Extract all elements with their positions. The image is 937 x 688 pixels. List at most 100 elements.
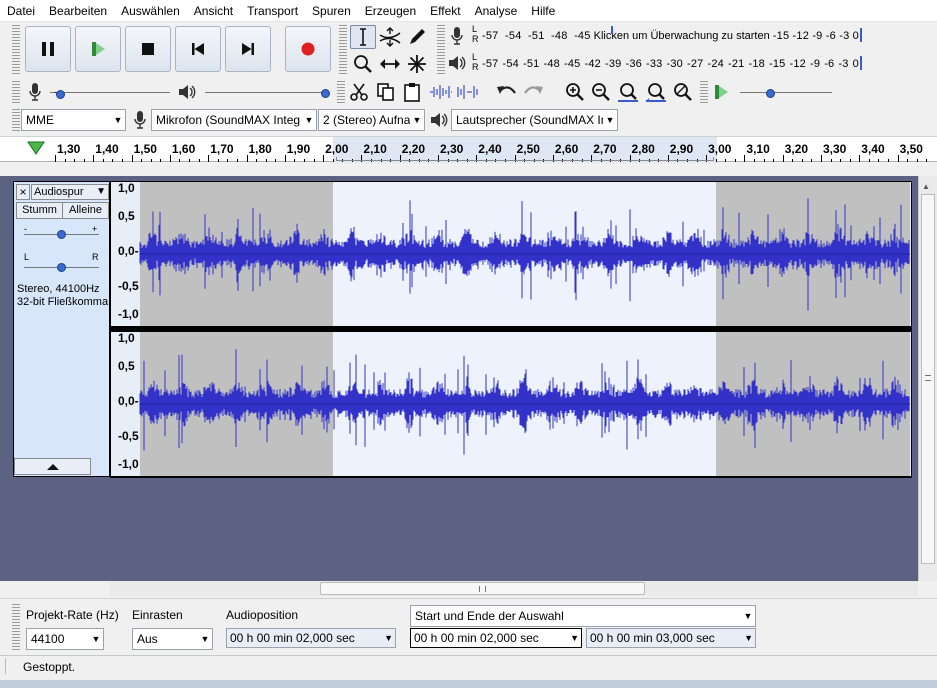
close-icon: × [19, 185, 27, 199]
ruler-minor-tick [763, 159, 765, 162]
cut-button[interactable] [346, 80, 372, 104]
timeline-ruler[interactable]: 1,30 1,40 1,50 1,60 1,70 1,80 1,90 2,00 2,10 2,20… [0, 136, 937, 163]
horizontal-scrollbar[interactable] [110, 581, 918, 596]
selection-start-field[interactable]: 00 h 00 min 02,000 sec ▼ [410, 628, 582, 648]
waveform-channel-right[interactable]: 1,0 0,5 0,0- -0,5 -1,0 [111, 331, 911, 476]
toolbar-grip[interactable] [12, 108, 20, 132]
trim-button[interactable] [428, 80, 454, 104]
menu-spuren[interactable]: Spuren [305, 0, 358, 22]
slider-thumb[interactable] [56, 90, 65, 99]
draw-tool-button[interactable] [404, 25, 430, 49]
selection-tool-button[interactable] [350, 25, 376, 49]
play-button[interactable] [75, 26, 121, 72]
fit-project-button[interactable] [643, 80, 669, 104]
collapse-track-button[interactable] [14, 458, 91, 475]
zoom-out-button[interactable] [588, 80, 614, 104]
skip-to-start-button[interactable] [175, 26, 221, 72]
menu-hilfe[interactable]: Hilfe [524, 0, 562, 22]
silence-button[interactable] [455, 80, 481, 104]
snap-select[interactable]: Aus ▼ [132, 628, 213, 650]
vertical-scroll-thumb[interactable] [921, 194, 935, 564]
timeshift-tool-icon [380, 59, 400, 69]
track-name-menu[interactable]: Audiospur ▼ [31, 184, 109, 200]
record-meter-hint[interactable]: Klicken um Überwachung zu starten [594, 30, 770, 42]
toolbar-grip[interactable] [337, 80, 345, 104]
record-meter-button[interactable] [444, 24, 470, 48]
close-track-button[interactable]: × [16, 184, 30, 200]
slider-thumb[interactable] [766, 89, 775, 98]
zoom-toggle-button[interactable] [670, 80, 696, 104]
input-device-select[interactable]: Mikrofon (SoundMAX Integ ▼ [151, 109, 317, 131]
toolbar-grip[interactable] [12, 603, 20, 651]
undo-button[interactable] [494, 80, 520, 104]
menu-effekt[interactable]: Effekt [423, 0, 467, 22]
output-device-select[interactable]: Lautsprecher (SoundMAX In ▼ [451, 109, 618, 131]
vertical-scrollbar[interactable]: ▲ [918, 176, 937, 581]
audio-position-field[interactable]: 00 h 00 min 02,000 sec ▼ [226, 628, 396, 648]
ruler-label: 2,90 [669, 142, 694, 156]
play-at-speed-button[interactable] [708, 80, 734, 104]
record-meter-marker [611, 26, 613, 34]
envelope-tool-button[interactable] [377, 25, 403, 49]
zoom-tool-button[interactable] [350, 52, 376, 76]
ruler-label: 3,40 [861, 142, 885, 156]
horizontal-scroll-thumb[interactable] [320, 582, 645, 595]
ruler-label: 3,20 [784, 142, 809, 156]
play-head-icon[interactable] [27, 140, 45, 156]
toolbar-grip[interactable] [12, 80, 20, 104]
menu-datei[interactable]: Datei [0, 0, 42, 22]
toolbar-grip[interactable] [339, 24, 347, 76]
toolbar-grip[interactable] [700, 80, 708, 104]
menu-ansicht[interactable]: Ansicht [187, 0, 240, 22]
waveform-display[interactable]: 1,0 0,5 0,0- -0,5 -1,0 1,0 0,5 0,0- -0,5 -1,0 [110, 181, 912, 478]
play-meter-button[interactable] [444, 51, 470, 75]
amplitude-label: -1,0 [118, 307, 139, 321]
redo-button[interactable] [520, 80, 546, 104]
paste-icon [404, 83, 420, 102]
slider-thumb[interactable] [321, 89, 330, 98]
input-channels-select[interactable]: 2 (Stereo) Aufna ▼ [318, 109, 425, 131]
play-meter[interactable]: -57 -54 -51 -48 -45 -42 -39 -36 -33 -30 -27 -24 -21-… [482, 53, 886, 75]
track-pan-slider[interactable]: L R [24, 252, 99, 272]
menu-analyse[interactable]: Analyse [468, 0, 525, 22]
ruler-minor-tick [916, 159, 918, 162]
selection-end-field[interactable]: 00 h 00 min 03,000 sec ▼ [586, 628, 756, 648]
timeshift-tool-button[interactable] [377, 52, 403, 76]
input-volume-slider[interactable]: - [50, 84, 170, 100]
solo-button[interactable]: Alleine [62, 202, 109, 219]
record-button[interactable] [285, 26, 331, 72]
toolbar-grip[interactable] [12, 24, 20, 76]
scroll-up-icon[interactable]: ▲ [922, 182, 930, 191]
playback-speed-slider[interactable] [740, 84, 832, 100]
paste-button[interactable] [399, 80, 425, 104]
ruler-minor-tick [725, 159, 727, 162]
collapse-up-icon [46, 463, 59, 470]
project-rate-select[interactable]: 44100 ▼ [26, 628, 104, 650]
meter-tick-label: -42 [584, 58, 601, 70]
stop-button[interactable] [125, 26, 171, 72]
mute-button[interactable]: Stumm [16, 202, 63, 219]
multi-tool-button[interactable] [404, 52, 430, 76]
selection-mode-select[interactable]: Start und Ende der Auswahl ▼ [410, 605, 756, 627]
ruler-tick [323, 155, 325, 162]
ruler-label: 3,50 [899, 142, 923, 156]
track-gain-slider[interactable]: - + [24, 224, 99, 241]
record-meter[interactable]: -57 -54 -51 -48 -45 Klicken um Überwachu… [482, 25, 886, 47]
ruler-minor-tick [313, 159, 315, 162]
audio-host-select[interactable]: MME ▼ [21, 109, 126, 131]
pause-button[interactable] [25, 26, 71, 72]
waveform-channel-left[interactable]: 1,0 0,5 0,0- -0,5 -1,0 [111, 181, 911, 326]
menu-transport[interactable]: Transport [240, 0, 305, 22]
slider-thumb[interactable] [57, 230, 66, 239]
copy-button[interactable] [373, 80, 399, 104]
chevron-down-icon: ▼ [744, 633, 753, 643]
menu-bearbeiten[interactable]: Bearbeiten [42, 0, 114, 22]
menu-erzeugen[interactable]: Erzeugen [358, 0, 423, 22]
fit-selection-button[interactable] [615, 80, 641, 104]
skip-to-end-button[interactable] [225, 26, 271, 72]
zoom-in-button[interactable] [562, 80, 588, 104]
ruler-label: 2,70 [593, 142, 617, 156]
output-volume-slider[interactable] [205, 84, 330, 100]
menu-auswaehlen[interactable]: Auswählen [114, 0, 187, 22]
slider-thumb[interactable] [57, 263, 66, 272]
